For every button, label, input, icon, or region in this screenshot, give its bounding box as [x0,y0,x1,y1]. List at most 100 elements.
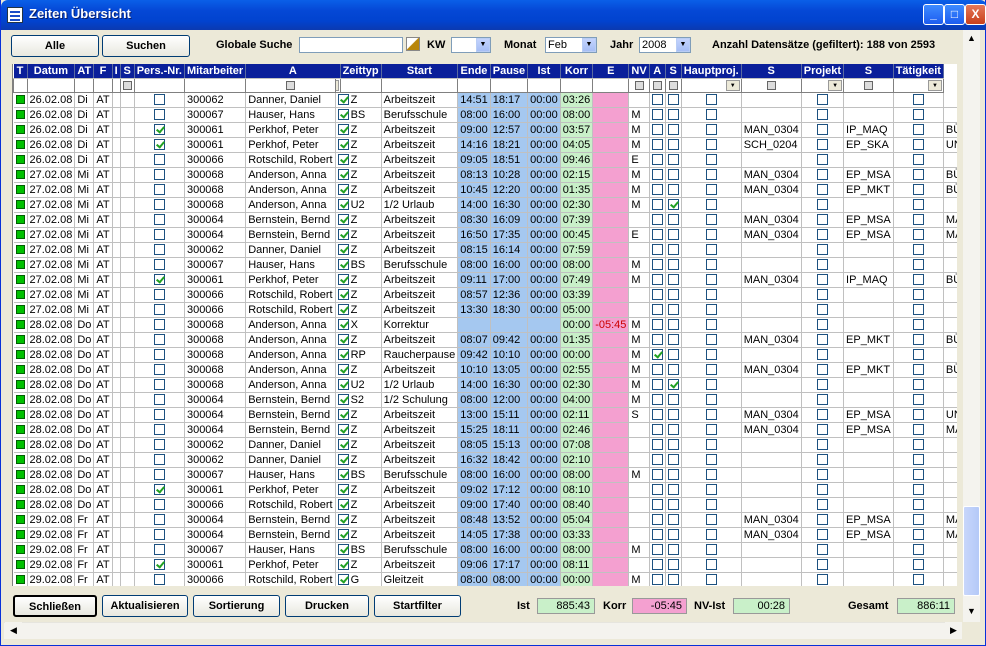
checkbox[interactable] [667,334,679,346]
s3-checkbox-cell[interactable] [801,272,845,288]
filter-cell[interactable] [628,77,650,93]
checkbox[interactable] [705,214,717,226]
start-cell[interactable]: 09:42 [457,347,491,363]
table-row[interactable]: 28.02.08 Do AT 300067 Hauser, Hans BS Berufssc… [13,467,957,483]
s2-checkbox-cell[interactable] [681,437,742,453]
filter-cell[interactable] [592,77,630,93]
a2-checkbox-cell[interactable] [665,122,682,138]
checkbox[interactable] [912,529,924,541]
end-cell[interactable]: 18:30 [490,302,529,318]
checkbox[interactable] [337,499,349,511]
checkbox[interactable] [667,499,679,511]
table-row[interactable]: 28.02.08 Do AT 300064 Bernstein, Bernd Z Arbei… [13,422,957,438]
a2-checkbox-cell[interactable] [665,527,682,543]
checkbox[interactable] [912,94,924,106]
start-cell[interactable]: 13:30 [457,302,491,318]
checkbox[interactable] [337,544,349,556]
checkbox[interactable] [912,154,924,166]
s4-checkbox-cell[interactable] [893,437,944,453]
checkbox[interactable] [912,574,924,586]
s-checkbox-cell[interactable] [134,227,185,243]
checkbox[interactable] [651,184,663,196]
checkbox[interactable] [337,364,349,376]
table-row[interactable]: 29.02.08 Fr AT 300067 Hauser, Hans BS Berufssc… [13,542,957,558]
s-checkbox-cell[interactable] [134,272,185,288]
checkbox[interactable] [667,259,679,271]
checkbox[interactable] [912,124,924,136]
s4-checkbox-cell[interactable] [893,332,944,348]
checkbox[interactable] [667,484,679,496]
korr-cell[interactable] [592,362,630,378]
filter-cell[interactable] [133,77,185,93]
korr-cell[interactable] [592,527,630,543]
nv-checkbox-cell[interactable] [649,407,666,423]
s4-checkbox-cell[interactable] [893,347,944,363]
filter-checkbox[interactable] [766,80,776,90]
checkbox[interactable] [651,154,663,166]
a-cell[interactable]: S2 [335,392,382,408]
end-cell[interactable]: 17:00 [490,272,529,288]
a-cell[interactable]: Z [335,407,382,423]
filter-cell[interactable] [843,77,894,93]
checkbox[interactable] [705,499,717,511]
pause-cell[interactable]: 00:00 [527,377,561,393]
end-cell[interactable]: 16:00 [490,107,529,123]
scroll-down-icon[interactable]: ▼ [963,603,980,620]
nv-checkbox-cell[interactable] [649,557,666,573]
pause-cell[interactable]: 00:00 [527,137,561,153]
start-cell[interactable]: 08:57 [457,287,491,303]
checkbox[interactable] [337,139,349,151]
checkbox[interactable] [705,109,717,121]
table-row[interactable]: 28.02.08 Do AT 300068 Anderson, Anna RP Rauche… [13,347,957,363]
checkbox[interactable] [337,574,349,586]
s2-checkbox-cell[interactable] [681,317,742,333]
nv-checkbox-cell[interactable] [649,482,666,498]
horizontal-scrollbar[interactable] [4,622,962,639]
checkbox[interactable] [705,544,717,556]
pause-cell[interactable]: 00:00 [527,392,561,408]
nv-checkbox-cell[interactable] [649,137,666,153]
pause-cell[interactable]: 00:00 [527,512,561,528]
chevron-down-icon[interactable]: ▼ [725,79,740,91]
s4-checkbox-cell[interactable] [893,482,944,498]
checkbox[interactable] [337,379,349,391]
end-cell[interactable]: 16:09 [490,212,529,228]
vertical-scroll-thumb[interactable] [963,506,980,596]
column-header[interactable]: F [93,64,113,79]
korr-cell[interactable] [592,542,630,558]
pause-cell[interactable]: 00:00 [527,452,561,468]
pause-cell[interactable]: 00:00 [527,542,561,558]
checkbox[interactable] [651,574,663,586]
pause-cell[interactable]: 00:00 [527,287,561,303]
checkbox[interactable] [667,424,679,436]
filter-checkbox[interactable] [668,80,678,90]
s3-checkbox-cell[interactable] [801,557,845,573]
checkbox[interactable] [705,229,717,241]
start-filter-button[interactable]: Startfilter [374,595,461,617]
s4-checkbox-cell[interactable] [893,227,944,243]
a-cell[interactable]: Z [335,272,382,288]
nv-checkbox-cell[interactable] [649,167,666,183]
chevron-down-icon[interactable]: ▼ [676,38,690,52]
s3-checkbox-cell[interactable] [801,422,845,438]
checkbox[interactable] [912,229,924,241]
table-row[interactable]: 26.02.08 Di AT 300061 Perkhof, Peter Z Arbeits… [13,122,957,138]
checkbox[interactable] [153,529,165,541]
s2-checkbox-cell[interactable] [681,392,742,408]
korr-cell[interactable] [592,122,630,138]
a2-checkbox-cell[interactable] [665,392,682,408]
checkbox[interactable] [667,229,679,241]
table-row[interactable]: 28.02.08 Do AT 300066 Rotschild, Robert Z Arbe… [13,497,957,513]
checkbox[interactable] [816,349,828,361]
s-checkbox-cell[interactable] [134,467,185,483]
s3-checkbox-cell[interactable] [801,212,845,228]
checkbox[interactable] [337,184,349,196]
start-cell[interactable]: 08:00 [457,572,491,586]
checkbox[interactable] [667,304,679,316]
a2-checkbox-cell[interactable] [665,332,682,348]
checkbox[interactable] [912,289,924,301]
a-cell[interactable]: Z [335,122,382,138]
checkbox[interactable] [667,514,679,526]
pause-cell[interactable]: 00:00 [527,467,561,483]
checkbox[interactable] [705,364,717,376]
